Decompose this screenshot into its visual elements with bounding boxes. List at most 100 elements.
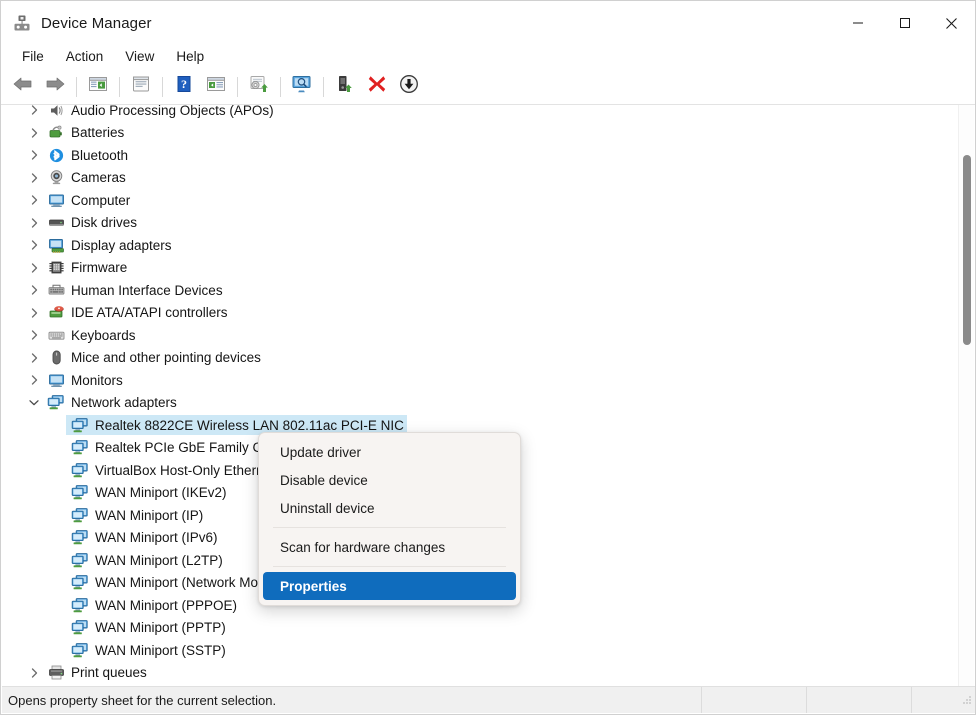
chevron-right-icon[interactable]	[26, 284, 42, 296]
help-question-icon: ?	[175, 75, 193, 98]
uninstall-device-button[interactable]	[362, 72, 392, 102]
speaker-icon	[45, 105, 67, 119]
show-hide-console-tree-button[interactable]	[83, 72, 113, 102]
svg-text:?: ?	[181, 77, 187, 91]
bluetooth-icon	[45, 147, 67, 164]
context-menu-item-scan-for-hardware-changes[interactable]: Scan for hardware changes	[263, 533, 516, 561]
chevron-right-icon[interactable]	[26, 127, 42, 139]
context-menu-item-disable-device[interactable]: Disable device	[263, 466, 516, 494]
disable-device-button[interactable]	[394, 72, 424, 102]
menu-view[interactable]: View	[114, 46, 165, 68]
chevron-right-icon[interactable]	[26, 667, 42, 679]
update-driver-gear-icon	[248, 74, 270, 99]
tree-item-label-box: Display adapters	[42, 235, 175, 255]
network-adapter-icon	[69, 642, 91, 659]
chevron-right-icon[interactable]	[26, 262, 42, 274]
window-list-icon	[206, 75, 226, 98]
computer-icon	[45, 192, 67, 209]
vertical-scrollbar[interactable]	[958, 105, 974, 688]
context-menu-item-label: Properties	[280, 578, 347, 594]
forward-button[interactable]	[40, 72, 70, 102]
chevron-down-icon[interactable]	[26, 398, 42, 407]
toolbar-separator	[119, 76, 120, 97]
tree-item[interactable]: Network adapters	[2, 392, 959, 415]
enable-device-button[interactable]	[330, 72, 360, 102]
context-menu-item-update-driver[interactable]: Update driver	[263, 438, 516, 466]
resize-grip-icon[interactable]	[959, 693, 973, 707]
properties-button[interactable]	[126, 72, 156, 102]
tree-item-label: WAN Miniport (IPv6)	[95, 530, 218, 546]
maximize-button[interactable]	[881, 1, 928, 45]
context-menu-item-label: Disable device	[280, 472, 368, 488]
back-button[interactable]	[8, 72, 38, 102]
chevron-right-icon[interactable]	[26, 352, 42, 364]
context-menu-item-label: Update driver	[280, 444, 362, 460]
chevron-right-icon[interactable]	[26, 217, 42, 229]
tree-item[interactable]: Firmware	[2, 257, 959, 280]
tree-item-label-box: Monitors	[42, 370, 126, 390]
network-adapter-icon	[69, 574, 91, 591]
tree-item-label: WAN Miniport (PPTP)	[95, 620, 226, 636]
chevron-right-icon[interactable]	[26, 329, 42, 341]
network-adapter-icon	[69, 529, 91, 546]
tree-item-label: WAN Miniport (L2TP)	[95, 552, 223, 568]
chevron-right-icon[interactable]	[26, 172, 42, 184]
tree-item[interactable]: Bluetooth	[2, 144, 959, 167]
menu-action[interactable]: Action	[55, 46, 115, 68]
tree-item[interactable]: Monitors	[2, 369, 959, 392]
tree-item[interactable]: Mice and other pointing devices	[2, 347, 959, 370]
tree-item[interactable]: Keyboards	[2, 324, 959, 347]
arrow-right-icon	[44, 75, 66, 98]
caption-button-group	[834, 1, 975, 45]
help-button[interactable]: ?	[169, 72, 199, 102]
enable-device-icon	[335, 74, 355, 99]
scrollbar-thumb[interactable]	[963, 155, 971, 345]
update-driver-button[interactable]	[244, 72, 274, 102]
status-segment-3	[807, 687, 912, 713]
tree-item[interactable]: IDE ATA/ATAPI controllers	[2, 302, 959, 325]
close-button[interactable]	[928, 1, 975, 45]
chevron-right-icon[interactable]	[26, 239, 42, 251]
title-bar: Device Manager	[1, 1, 975, 45]
tree-item-label: Network adapters	[71, 395, 177, 411]
ide-controller-icon	[45, 304, 67, 321]
tree-item[interactable]: WAN Miniport (PPTP)	[2, 617, 959, 640]
tree-item[interactable]: WAN Miniport (SSTP)	[2, 639, 959, 662]
chevron-right-icon[interactable]	[26, 307, 42, 319]
tree-item-label-box: Firmware	[42, 258, 130, 278]
minimize-button[interactable]	[834, 1, 881, 45]
tree-item[interactable]: Computer	[2, 189, 959, 212]
scan-for-hardware-changes-button[interactable]	[287, 72, 317, 102]
firmware-chip-icon	[45, 259, 67, 276]
tree-item-label: Display adapters	[71, 237, 172, 253]
chevron-right-icon[interactable]	[26, 194, 42, 206]
context-menu-item-properties[interactable]: Properties	[263, 572, 516, 600]
menu-help[interactable]: Help	[165, 46, 215, 68]
tree-item[interactable]: Display adapters	[2, 234, 959, 257]
menu-file[interactable]: File	[11, 46, 55, 68]
tree-item[interactable]: Audio Processing Objects (APOs)	[2, 105, 959, 122]
chevron-right-icon[interactable]	[26, 149, 42, 161]
camera-icon	[45, 169, 67, 186]
device-context-menu[interactable]: Update driver Disable device Uninstall dev…	[258, 432, 521, 606]
tree-item[interactable]: Batteries	[2, 122, 959, 145]
disk-drive-icon	[45, 214, 67, 231]
tree-item-label: Cameras	[71, 170, 126, 186]
tree-item-label-box: Audio Processing Objects (APOs)	[42, 105, 277, 120]
tree-item[interactable]: Disk drives	[2, 212, 959, 235]
uninstall-red-x-icon	[367, 74, 387, 99]
tree-item-label-box: Disk drives	[42, 213, 140, 233]
toolbar: ?	[1, 69, 975, 105]
tree-item[interactable]: Human Interface Devices	[2, 279, 959, 302]
chevron-right-icon[interactable]	[26, 105, 42, 116]
menu-bar: File Action View Help	[1, 45, 975, 69]
tree-item[interactable]: Print queues	[2, 662, 959, 685]
network-adapter-icon	[69, 417, 91, 434]
tree-item-label: Batteries	[71, 125, 125, 141]
tree-item[interactable]: Cameras	[2, 167, 959, 190]
context-menu-separator	[273, 566, 506, 567]
chevron-right-icon[interactable]	[26, 374, 42, 386]
context-menu-item-uninstall-device[interactable]: Uninstall device	[263, 494, 516, 522]
show-window-in-taskbar-button[interactable]	[201, 72, 231, 102]
tree-item-label-box: WAN Miniport (IKEv2)	[66, 483, 230, 503]
